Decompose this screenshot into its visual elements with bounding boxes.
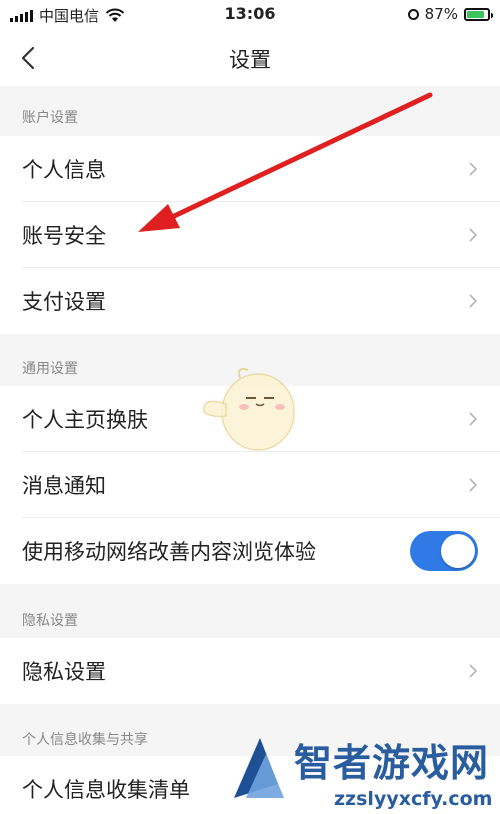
section-header-account: 账户设置 xyxy=(0,86,500,136)
row-homepage-skin[interactable]: 个人主页换肤 xyxy=(0,386,500,452)
battery-level-fill xyxy=(467,10,485,18)
chevron-right-icon xyxy=(469,294,478,308)
chevron-right-icon xyxy=(469,162,478,176)
toggle-knob xyxy=(441,534,475,568)
row-label: 隐私设置 xyxy=(22,660,106,684)
row-notifications[interactable]: 消息通知 xyxy=(0,452,500,518)
chevron-right-icon xyxy=(469,412,478,426)
section-header-info-collection: 个人信息收集与共享 xyxy=(0,704,500,756)
row-label: 个人主页换肤 xyxy=(22,408,148,432)
row-info-collection-list[interactable]: 个人信息收集清单 xyxy=(0,756,500,814)
row-account-security[interactable]: 账号安全 xyxy=(0,202,500,268)
chevron-right-icon xyxy=(469,478,478,492)
row-label: 使用移动网络改善内容浏览体验 xyxy=(22,540,316,564)
status-right: 87% xyxy=(407,5,493,23)
chevron-right-icon xyxy=(469,228,478,242)
section-header-privacy: 隐私设置 xyxy=(0,584,500,638)
row-label: 消息通知 xyxy=(22,474,106,498)
page-title: 设置 xyxy=(229,48,271,72)
section-header-general: 通用设置 xyxy=(0,334,500,386)
row-label: 账号安全 xyxy=(22,224,106,248)
row-label: 支付设置 xyxy=(22,290,106,314)
row-personal-info[interactable]: 个人信息 xyxy=(0,136,500,202)
navigation-bar: 设置 xyxy=(0,30,500,87)
row-label: 个人信息 xyxy=(22,158,106,182)
chevron-right-icon xyxy=(469,664,478,678)
row-mobile-network-browsing: 使用移动网络改善内容浏览体验 xyxy=(0,518,500,584)
row-payment-settings[interactable]: 支付设置 xyxy=(0,268,500,334)
status-bar: 中国电信 13:06 87% xyxy=(0,0,500,30)
mobile-network-toggle[interactable] xyxy=(410,531,478,571)
battery-percent: 87% xyxy=(424,5,458,23)
battery-charging-icon xyxy=(464,7,493,21)
row-privacy-settings[interactable]: 隐私设置 xyxy=(0,638,500,704)
row-label: 个人信息收集清单 xyxy=(22,778,190,802)
orientation-lock-icon xyxy=(407,8,419,20)
